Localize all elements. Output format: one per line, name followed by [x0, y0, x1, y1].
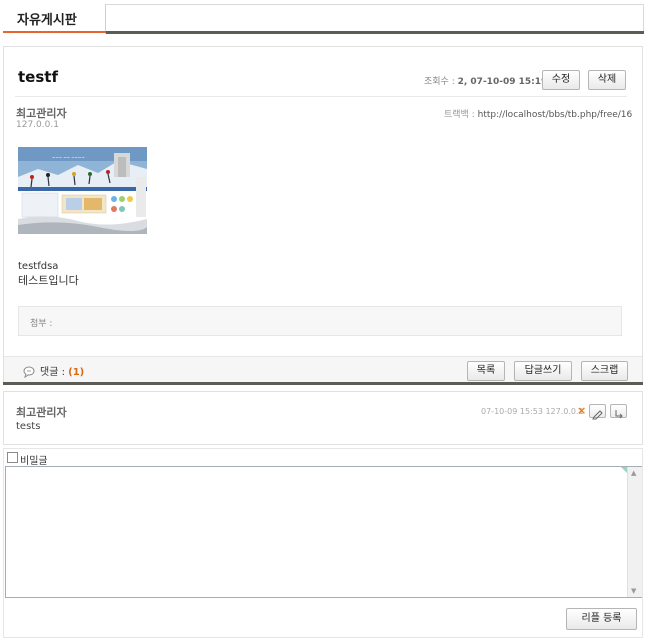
comment-count[interactable]: 댓글 : (1) [40, 363, 84, 378]
secret-label: 비밀글 [20, 456, 48, 467]
attachment-label: 첨부 : [30, 319, 53, 329]
edit-button[interactable]: 수정 [542, 70, 580, 90]
trackback-label: 트랙백 : [444, 110, 475, 120]
view-info: 조회수 : 2, 07-10-09 15:19 [424, 74, 547, 87]
post-bottom-rule [3, 382, 643, 385]
post-body: testfdsa 테스트입니다 [18, 260, 79, 288]
comment-textarea[interactable] [5, 466, 642, 598]
comment-author[interactable]: 최고관리자 [16, 404, 67, 420]
post-image: ~~~ ~~ ~~~~ [18, 147, 147, 234]
trackback: 트랙백 : http://localhost/bbs/tb.php/free/1… [444, 107, 632, 120]
trackback-url[interactable]: http://localhost/bbs/tb.php/free/16 [478, 110, 633, 120]
scrap-button[interactable]: 스크랩 [581, 361, 628, 381]
reply-arrow-icon[interactable] [610, 404, 627, 419]
comment-bubble-icon [23, 363, 35, 382]
comment-meta: 07-10-09 15:53 127.0.0.1 [481, 407, 584, 416]
title-divider [15, 96, 627, 97]
post-ip: 127.0.0.1 [16, 120, 59, 130]
post-body-line1: testfdsa [18, 261, 59, 272]
header-rule [106, 31, 644, 34]
scroll-down-icon[interactable]: ▼ [631, 587, 636, 595]
svg-text:~~~ ~~ ~~~~: ~~~ ~~ ~~~~ [52, 155, 85, 160]
submit-comment-button[interactable]: 리플 등록 [566, 608, 637, 630]
post-body-line2: 테스트입니다 [18, 274, 79, 287]
comment-count-label: 댓글 : [40, 367, 65, 378]
delete-button[interactable]: 삭제 [588, 70, 626, 90]
views-label: 조회수 : [424, 77, 455, 87]
comment-text: tests [16, 421, 41, 432]
views-value: 2, 07-10-09 15:19 [457, 77, 548, 87]
attachment-box [18, 306, 622, 336]
comment-item [3, 391, 643, 445]
scroll-up-icon[interactable]: ▲ [631, 469, 636, 477]
list-button[interactable]: 목록 [467, 361, 505, 381]
edit-icon[interactable] [589, 404, 606, 420]
tab-active-underline [3, 31, 106, 33]
resize-corner-mark [621, 467, 627, 473]
textarea-scrollbar[interactable] [627, 467, 642, 597]
reply-button[interactable]: 답글쓰기 [514, 361, 572, 381]
secret-checkbox[interactable] [7, 452, 18, 463]
post-title: testf [18, 68, 58, 86]
delete-x-icon[interactable]: × [577, 404, 586, 417]
post-author[interactable]: 최고관리자 [16, 105, 67, 121]
comment-count-value: (1) [68, 367, 85, 378]
tab-label: 자유게시판 [17, 13, 77, 28]
